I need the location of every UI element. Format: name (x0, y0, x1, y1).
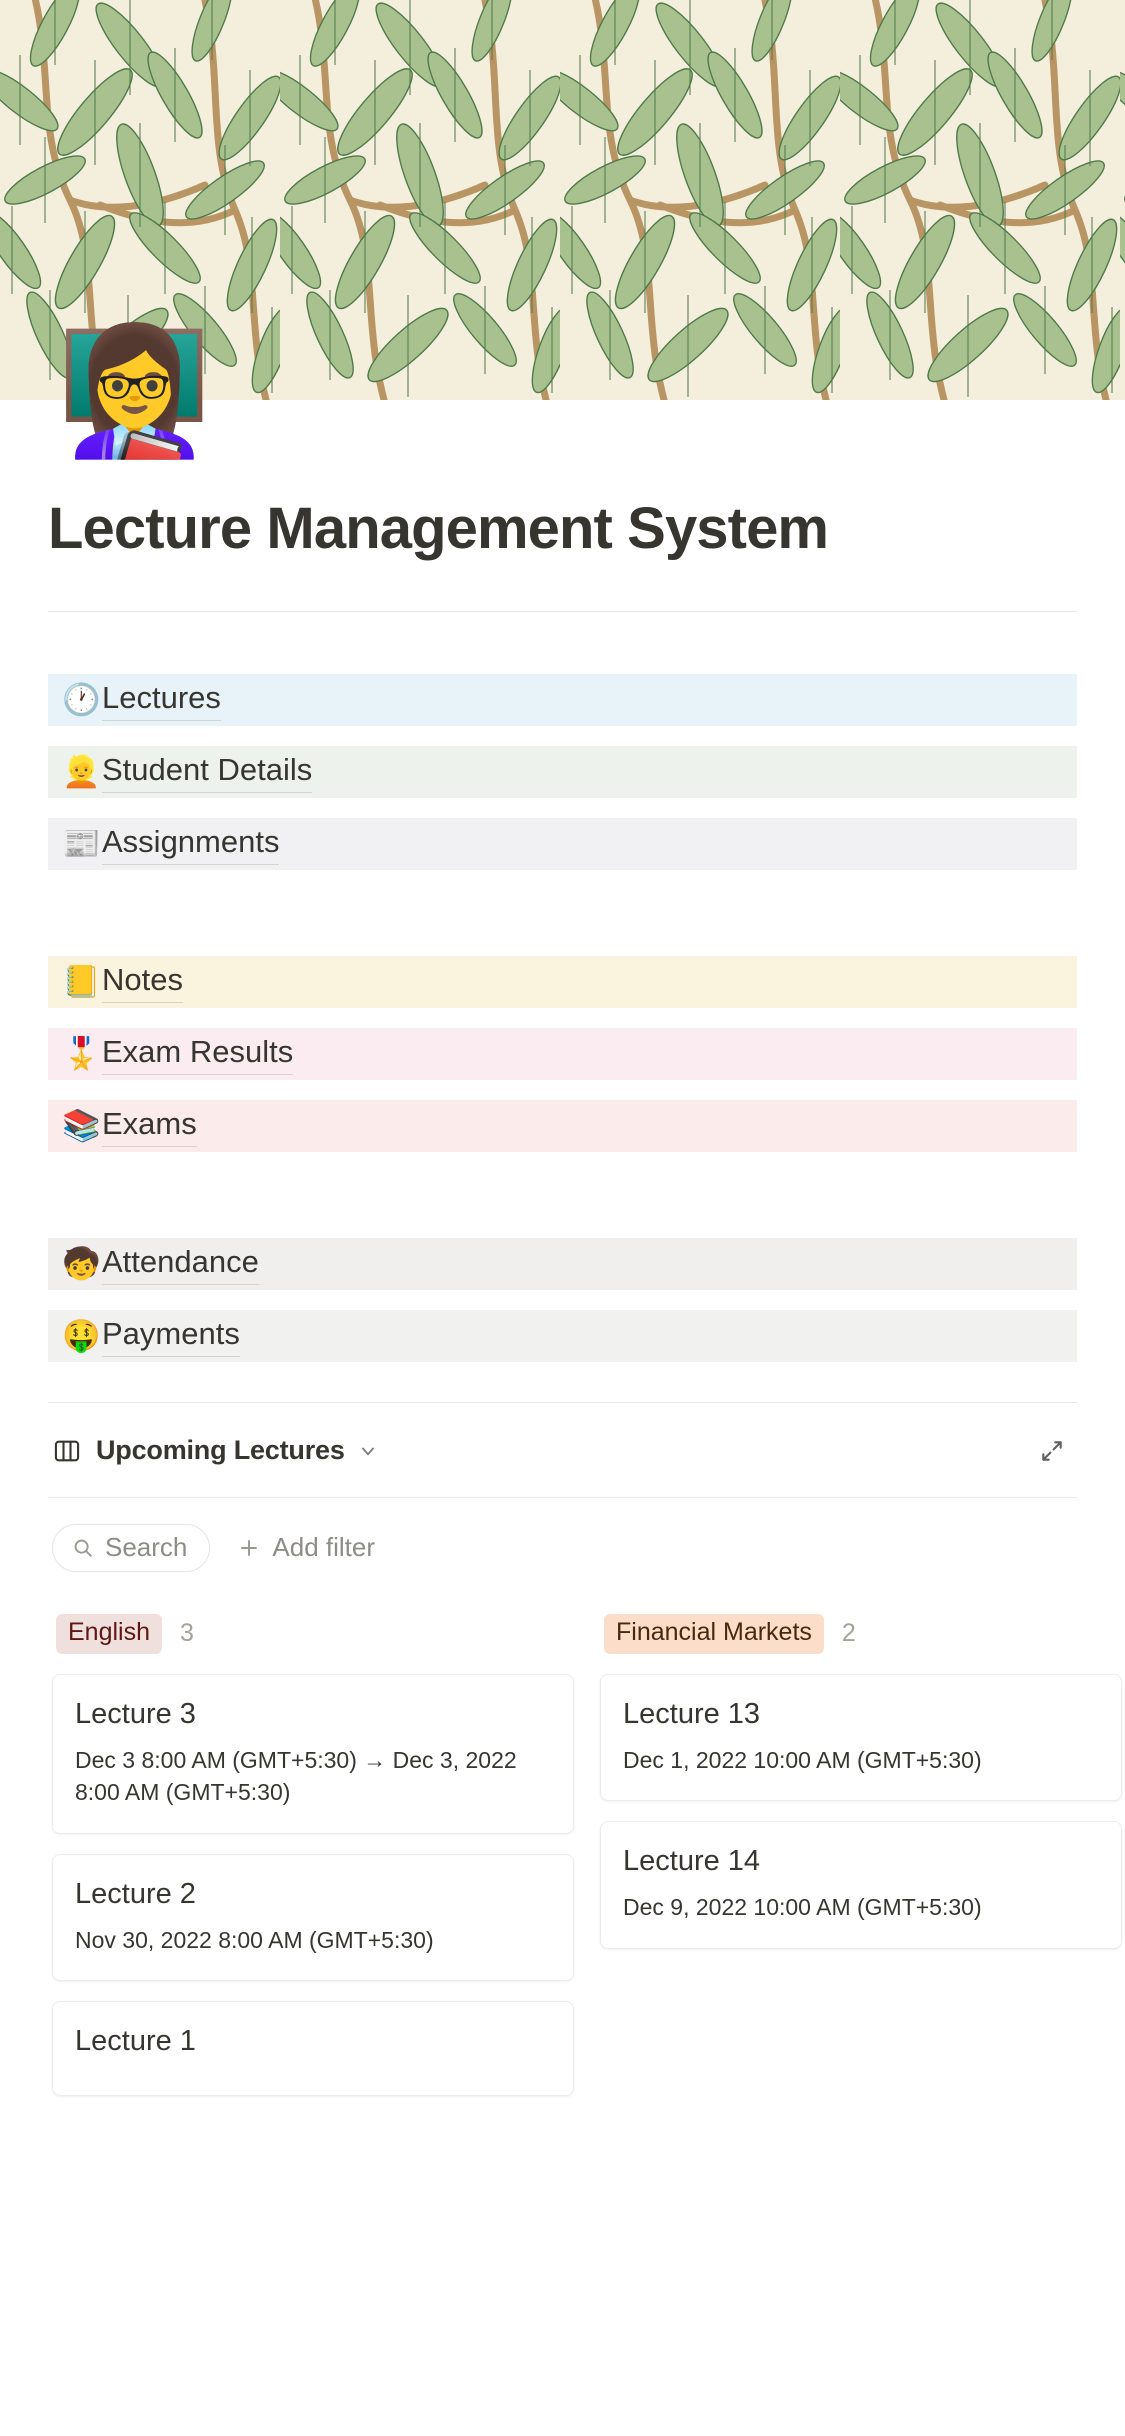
board-card[interactable]: Lecture 1 (52, 2001, 574, 2097)
clock-emoji: 🕐 (62, 682, 101, 718)
board-column-count: 2 (841, 1619, 856, 1648)
nav-link-list: 🕐 Lectures 👱 Student Details 📰 Assignmen… (48, 673, 1077, 1362)
search-input[interactable]: Search (52, 1523, 211, 1572)
nav-row-student-details[interactable]: 👱 Student Details (48, 745, 1077, 798)
database-header-divider (48, 1496, 1077, 1498)
card-date: Nov 30, 2022 8:00 AM (GMT+5:30) (75, 1926, 434, 1953)
blond-person-emoji: 👱 (62, 754, 101, 790)
expand-fullscreen-icon[interactable] (1037, 1436, 1067, 1466)
nav-label-assignments[interactable]: Assignments (102, 823, 280, 865)
search-icon (71, 1536, 95, 1560)
nav-label-notes[interactable]: Notes (102, 961, 183, 1003)
nav-row-exam-results[interactable]: 🎖️ Exam Results (48, 1027, 1077, 1080)
board-view-icon (52, 1436, 82, 1466)
status-badge: English (56, 1614, 162, 1654)
nav-row-assignments[interactable]: 📰 Assignments (48, 817, 1077, 870)
card-title: Lecture 14 (623, 1845, 761, 1878)
board-column-header[interactable]: English 3 (52, 1612, 574, 1656)
database-block: Upcoming Lectures Search Add filter Engl… (48, 1401, 1122, 2116)
nav-row-payments[interactable]: 🤑 Payments (48, 1309, 1077, 1362)
card-date: Dec 9, 2022 10:00 AM (GMT+5:30) (623, 1894, 982, 1921)
nav-label-payments[interactable]: Payments (102, 1315, 240, 1357)
board-card[interactable]: Lecture 3 Dec 3 8:00 AM (GMT+5:30) → Dec… (52, 1673, 574, 1834)
board-card[interactable]: Lecture 14 Dec 9, 2022 10:00 AM (GMT+5:3… (600, 1821, 1122, 1949)
card-title: Lecture 2 (75, 1877, 196, 1910)
nav-label-attendance[interactable]: Attendance (102, 1243, 259, 1285)
page-title[interactable]: Lecture Management System (48, 497, 1077, 561)
nav-label-student-details[interactable]: Student Details (102, 751, 313, 793)
card-date: Dec 3 8:00 AM (GMT+5:30) → Dec 3, 2022 8… (75, 1746, 517, 1806)
books-emoji: 📚 (62, 1108, 101, 1144)
database-view-name[interactable]: Upcoming Lectures (96, 1435, 345, 1466)
nav-row-exams[interactable]: 📚 Exams (48, 1099, 1077, 1152)
ledger-emoji: 📒 (62, 964, 101, 1000)
board-column-count: 3 (180, 1619, 194, 1648)
board-column-header[interactable]: Financial Markets 2 (600, 1612, 1122, 1656)
add-filter-label: Add filter (272, 1532, 375, 1563)
board-card[interactable]: Lecture 13 Dec 1, 2022 10:00 AM (GMT+5:3… (600, 1673, 1122, 1802)
database-view-header: Upcoming Lectures (48, 1427, 1077, 1475)
card-date: Dec 1, 2022 10:00 AM (GMT+5:30) (623, 1746, 982, 1773)
search-placeholder: Search (105, 1532, 188, 1563)
status-badge: Financial Markets (604, 1614, 824, 1654)
title-divider (48, 610, 1077, 612)
money-mouth-emoji: 🤑 (62, 1318, 101, 1354)
chevron-down-icon[interactable] (357, 1440, 379, 1462)
board-column-financial-markets: Financial Markets 2 Lecture 13 Dec 1, 20… (600, 1612, 1122, 2116)
nav-label-exams[interactable]: Exams (102, 1105, 197, 1147)
card-title: Lecture 3 (75, 1697, 196, 1730)
database-toolbar: Search Add filter (48, 1520, 1077, 1576)
board-column-english: English 3 Lecture 3 Dec 3 8:00 AM (GMT+5… (52, 1612, 574, 2116)
database-top-divider (48, 1401, 1077, 1403)
page-content: Lecture Management System 🕐 Lectures 👱 S… (0, 497, 1125, 2116)
add-filter-button[interactable]: Add filter (236, 1532, 375, 1563)
page-icon[interactable]: 👩‍🏫 (57, 322, 211, 462)
medal-emoji: 🎖️ (62, 1036, 101, 1072)
board-view: English 3 Lecture 3 Dec 3 8:00 AM (GMT+5… (48, 1612, 1122, 2116)
card-title: Lecture 1 (75, 2025, 196, 2058)
plus-icon (236, 1535, 262, 1561)
board-card[interactable]: Lecture 2 Nov 30, 2022 8:00 AM (GMT+5:30… (52, 1853, 574, 1982)
nav-label-lectures[interactable]: Lectures (102, 679, 221, 721)
nav-label-exam-results[interactable]: Exam Results (102, 1033, 294, 1075)
nav-row-notes[interactable]: 📒 Notes (48, 955, 1077, 1008)
nav-row-attendance[interactable]: 🧒 Attendance (48, 1237, 1077, 1290)
newspaper-emoji: 📰 (62, 826, 101, 862)
nav-row-lectures[interactable]: 🕐 Lectures (48, 673, 1077, 726)
child-emoji: 🧒 (62, 1246, 101, 1282)
card-title: Lecture 13 (623, 1697, 761, 1730)
